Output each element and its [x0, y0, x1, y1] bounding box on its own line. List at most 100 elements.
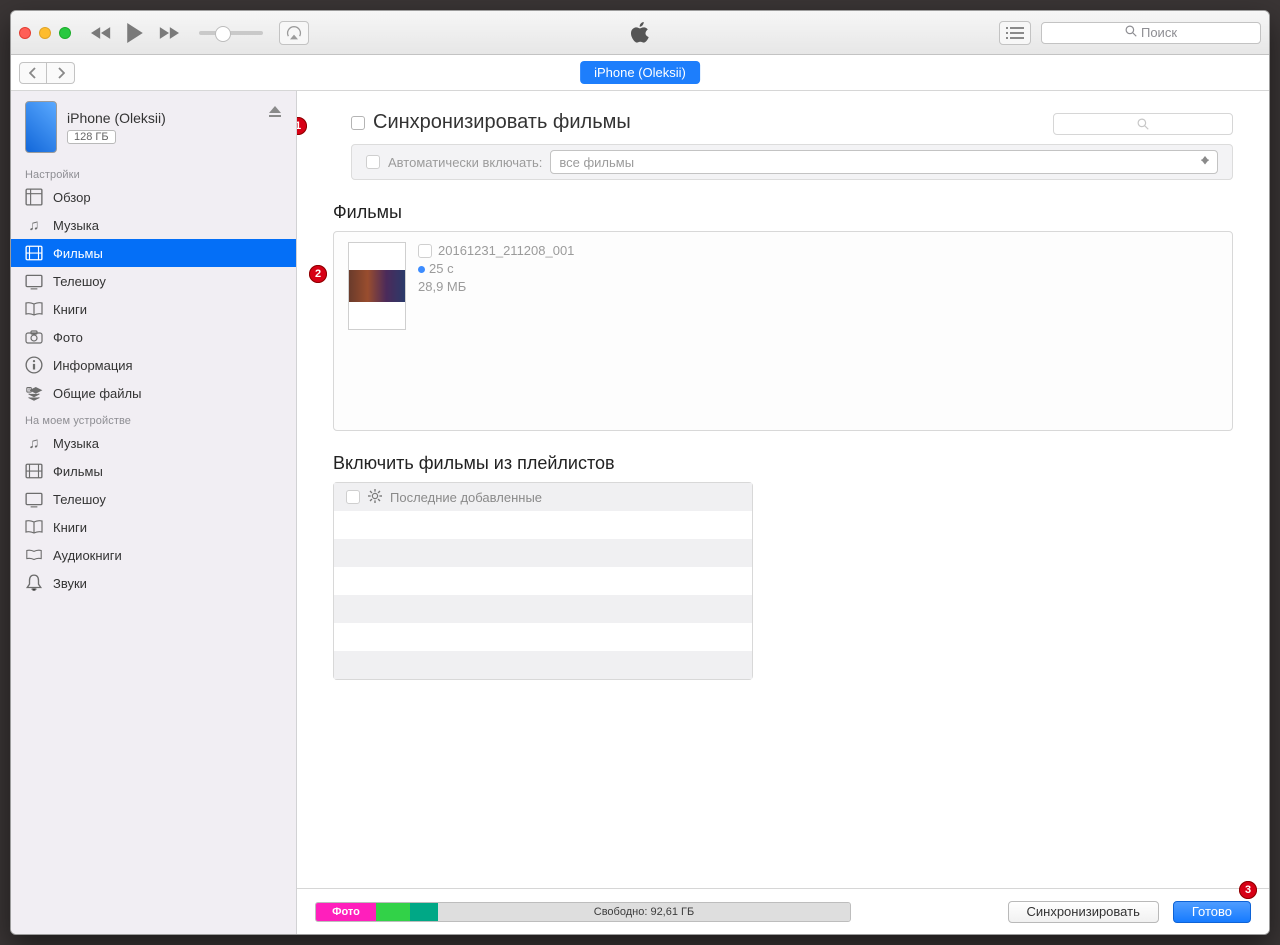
- bell-icon: [25, 574, 43, 592]
- sidebar-item-movies[interactable]: Фильмы: [11, 239, 296, 267]
- music-icon: ♫: [25, 216, 43, 234]
- movies-search-input[interactable]: [1053, 113, 1233, 135]
- sidebar-item-music[interactable]: ♫ Музыка: [11, 211, 296, 239]
- playlist-checkbox[interactable]: [346, 490, 360, 504]
- itunes-window: Поиск iPhone (Oleksii) iPhone (Oleksii) …: [10, 10, 1270, 935]
- sidebar-item-device-music[interactable]: ♫ Музыка: [11, 429, 296, 457]
- sidebar-item-label: Телешоу: [53, 274, 106, 289]
- prev-track-button[interactable]: [87, 22, 115, 44]
- sidebar-item-photos[interactable]: Фото: [11, 323, 296, 351]
- annotation-badge-1: 1: [297, 117, 307, 135]
- sidebar-item-books[interactable]: Книги: [11, 295, 296, 323]
- playlist-row-empty: [334, 595, 752, 623]
- sidebar-item-label: Обзор: [53, 190, 91, 205]
- sidebar-item-summary[interactable]: Обзор: [11, 183, 296, 211]
- playlist-row[interactable]: Последние добавленные: [334, 483, 752, 511]
- sync-movies-checkbox[interactable]: [351, 116, 365, 130]
- auto-include-selected: все фильмы: [559, 155, 634, 170]
- sidebar-item-device-tv[interactable]: Телешоу: [11, 485, 296, 513]
- sidebar-item-label: Фильмы: [53, 464, 103, 479]
- back-button[interactable]: [19, 62, 47, 84]
- zoom-icon[interactable]: [59, 27, 71, 39]
- device-capacity: 128 ГБ: [67, 130, 116, 144]
- sidebar: iPhone (Oleksii) 128 ГБ Настройки Обзор …: [11, 91, 297, 934]
- sidebar-item-label: Телешоу: [53, 492, 106, 507]
- playlist-row-empty: [334, 623, 752, 651]
- sidebar-item-device-books[interactable]: Книги: [11, 513, 296, 541]
- storage-seg-teal: [410, 903, 438, 921]
- sidebar-item-tvshows[interactable]: Телешоу: [11, 267, 296, 295]
- eject-icon[interactable]: [268, 105, 282, 122]
- sidebar-item-label: Аудиокниги: [53, 548, 122, 563]
- gear-icon: [368, 489, 382, 506]
- playlists-list: Последние добавленные: [333, 482, 753, 680]
- window-controls: [19, 27, 71, 39]
- minimize-icon[interactable]: [39, 27, 51, 39]
- sidebar-item-label: Музыка: [53, 218, 99, 233]
- sidebar-item-shared[interactable]: A Общие файлы: [11, 379, 296, 407]
- sidebar-item-label: Книги: [53, 302, 87, 317]
- unwatched-dot-icon: [418, 266, 425, 273]
- sidebar-item-label: Фото: [53, 330, 83, 345]
- airplay-button[interactable]: [279, 21, 309, 45]
- device-pill[interactable]: iPhone (Oleksii): [580, 61, 700, 84]
- sidebar-item-label: Общие файлы: [53, 386, 141, 401]
- sidebar-item-device-audiobooks[interactable]: Аудиокниги: [11, 541, 296, 569]
- auto-include-select[interactable]: все фильмы: [550, 150, 1218, 174]
- movie-name: 20161231_211208_001: [438, 242, 574, 260]
- playlist-row-empty: [334, 511, 752, 539]
- device-header: iPhone (Oleksii) 128 ГБ: [11, 91, 296, 161]
- sync-button[interactable]: Синхронизировать: [1008, 901, 1159, 923]
- movies-icon: [25, 244, 43, 262]
- sidebar-item-label: Фильмы: [53, 246, 103, 261]
- forward-button[interactable]: [47, 62, 75, 84]
- sidebar-item-label: Книги: [53, 520, 87, 535]
- annotation-badge-2: 2: [309, 265, 327, 283]
- tv-icon: [25, 490, 43, 508]
- movies-list: 20161231_211208_001 25 с 28,9 МБ: [333, 231, 1233, 431]
- sidebar-item-device-movies[interactable]: Фильмы: [11, 457, 296, 485]
- sync-movies-title: Синхронизировать фильмы: [373, 111, 631, 134]
- movie-checkbox[interactable]: [418, 244, 432, 258]
- storage-seg-green: [376, 903, 410, 921]
- sidebar-item-label: Звуки: [53, 576, 87, 591]
- volume-slider[interactable]: [199, 31, 263, 35]
- storage-free-label: Свободно: 92,61 ГБ: [438, 903, 850, 921]
- titlebar: Поиск: [11, 11, 1269, 55]
- svg-text:A: A: [28, 387, 31, 392]
- play-button[interactable]: [121, 22, 149, 44]
- device-thumbnail: [25, 101, 57, 153]
- list-view-button[interactable]: [999, 21, 1031, 45]
- playlist-name: Последние добавленные: [390, 490, 542, 505]
- sidebar-header-device: На моем устройстве: [11, 407, 296, 429]
- search-placeholder: Поиск: [1141, 25, 1177, 40]
- movie-thumbnail[interactable]: [348, 242, 406, 330]
- audiobook-icon: [25, 546, 43, 564]
- auto-include-row: Автоматически включать: все фильмы: [351, 144, 1233, 180]
- playlist-row-empty: [334, 651, 752, 679]
- sidebar-header-settings: Настройки: [11, 161, 296, 183]
- search-icon: [1125, 25, 1137, 40]
- playlist-row-empty: [334, 567, 752, 595]
- movies-icon: [25, 462, 43, 480]
- storage-seg-photos: Фото: [316, 903, 376, 921]
- annotation-badge-3: 3: [1239, 881, 1257, 899]
- next-track-button[interactable]: [155, 22, 183, 44]
- nav-row: iPhone (Oleksii): [11, 55, 1269, 91]
- apps-icon: A: [25, 384, 43, 402]
- device-name: iPhone (Oleksii): [67, 110, 166, 126]
- storage-bar: Фото Свободно: 92,61 ГБ: [315, 902, 851, 922]
- music-icon: ♫: [25, 434, 43, 452]
- done-button[interactable]: Готово: [1173, 901, 1251, 923]
- close-icon[interactable]: [19, 27, 31, 39]
- auto-include-checkbox[interactable]: [366, 155, 380, 169]
- books-icon: [25, 518, 43, 536]
- movie-item[interactable]: 20161231_211208_001 25 с 28,9 МБ: [418, 242, 574, 297]
- movies-section-header: Фильмы: [333, 202, 1233, 223]
- camera-icon: [25, 328, 43, 346]
- tv-icon: [25, 272, 43, 290]
- sidebar-item-device-ringtones[interactable]: Звуки: [11, 569, 296, 597]
- sidebar-item-info[interactable]: Информация: [11, 351, 296, 379]
- summary-icon: [25, 188, 43, 206]
- global-search-input[interactable]: Поиск: [1041, 22, 1261, 44]
